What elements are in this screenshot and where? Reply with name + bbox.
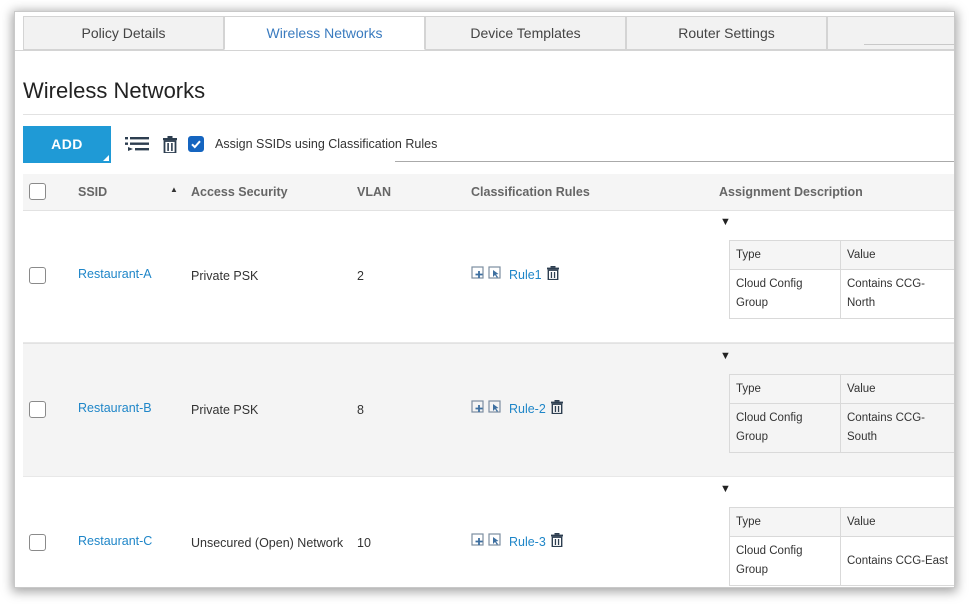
add-button[interactable]: ADD (23, 126, 111, 163)
add-button-label: ADD (51, 136, 83, 152)
desc-value-cell: Contains CCG-East (840, 536, 954, 586)
rule-link[interactable]: Rule-3 (509, 535, 546, 549)
desc-type-cell: Cloud Config Group (729, 536, 841, 586)
edit-rule-icon[interactable] (488, 400, 502, 417)
desc-value-header: Value (840, 374, 954, 404)
classification-rules-cell: Rule-2 (471, 400, 564, 418)
column-header-vlan[interactable]: VLAN (357, 185, 391, 199)
tab-policy-details[interactable]: Policy Details (23, 16, 224, 50)
tab-router-settings[interactable]: Router Settings (626, 16, 827, 50)
access-security-cell: Private PSK (191, 403, 259, 417)
delete-rule-icon[interactable] (547, 266, 560, 283)
tab-device-templates[interactable]: Device Templates (425, 16, 626, 50)
delete-rule-icon[interactable] (551, 533, 564, 550)
assignment-description-table: Type Value Cloud Config Group Contains C… (729, 374, 954, 453)
ssid-link[interactable]: Restaurant-B (78, 401, 152, 415)
desc-value-line1: Contains CCG-East (847, 554, 948, 567)
rule-link[interactable]: Rule-2 (509, 402, 546, 416)
collapse-triangle-icon[interactable]: ▼ (720, 216, 731, 228)
classification-rules-cell: Rule1 (471, 266, 560, 284)
page-title: Wireless Networks (23, 78, 206, 103)
assignment-description-table: Type Value Cloud Config Group Contains C… (729, 507, 954, 586)
desc-type-cell: Cloud Config Group (729, 403, 841, 453)
table-row: Restaurant-B Private PSK 8 Rule-2 ▼ Type… (23, 343, 954, 477)
column-header-access-security[interactable]: Access Security (191, 185, 288, 199)
desc-type-header: Type (729, 374, 841, 404)
desc-value-line1: Contains CCG- (847, 278, 925, 290)
desc-type-cell: Cloud Config Group (729, 269, 841, 319)
desc-value-cell: Contains CCG- South (840, 403, 954, 453)
select-all-checkbox[interactable] (29, 183, 46, 200)
row-checkbox[interactable] (29, 534, 46, 551)
column-header-classification-rules[interactable]: Classification Rules (471, 185, 590, 199)
desc-type-header: Type (729, 240, 841, 270)
tab-more-divider (864, 44, 954, 45)
assign-ssids-checkbox[interactable] (188, 136, 204, 152)
table-row: Restaurant-A Private PSK 2 Rule1 ▼ Type … (23, 210, 954, 343)
trash-icon[interactable] (163, 136, 177, 158)
desc-value-line2: South (847, 431, 878, 443)
add-rule-icon[interactable] (471, 266, 485, 283)
sort-ascending-icon[interactable]: ▲ (170, 185, 178, 194)
row-checkbox[interactable] (29, 401, 46, 418)
assign-ssids-label: Assign SSIDs using Classification Rules (215, 137, 438, 151)
reorder-list-icon[interactable] (125, 136, 151, 157)
rule-link[interactable]: Rule1 (509, 268, 542, 282)
add-rule-icon[interactable] (471, 533, 485, 550)
edit-rule-icon[interactable] (488, 533, 502, 550)
assignment-description-table: Type Value Cloud Config Group Contains C… (729, 240, 954, 319)
vlan-cell: 2 (357, 269, 364, 283)
column-header-assignment-description[interactable]: Assignment Description (719, 185, 863, 199)
edit-rule-icon[interactable] (488, 266, 502, 283)
tab-more[interactable] (827, 16, 954, 50)
desc-value-line2: North (847, 297, 876, 309)
toolbar-divider (395, 161, 954, 162)
collapse-triangle-icon[interactable]: ▼ (720, 483, 731, 495)
desc-value-line1: Contains CCG- (847, 412, 925, 424)
row-checkbox[interactable] (29, 267, 46, 284)
app-frame: Policy Details Wireless Networks Device … (15, 12, 954, 587)
ssid-link[interactable]: Restaurant-A (78, 267, 152, 281)
add-button-corner-icon (103, 155, 109, 161)
desc-type-header: Type (729, 507, 841, 537)
vlan-cell: 8 (357, 403, 364, 417)
delete-rule-icon[interactable] (551, 400, 564, 417)
table-header: SSID ▲ Access Security VLAN Classificati… (23, 174, 954, 211)
column-header-ssid[interactable]: SSID (78, 185, 107, 199)
tab-wireless-networks[interactable]: Wireless Networks (224, 16, 425, 50)
desc-value-header: Value (840, 507, 954, 537)
collapse-triangle-icon[interactable]: ▼ (720, 350, 731, 362)
table-row: Restaurant-C Unsecured (Open) Network 10… (23, 477, 954, 587)
tab-bar: Policy Details Wireless Networks Device … (15, 12, 954, 50)
desc-value-header: Value (840, 240, 954, 270)
tab-bar-border (15, 50, 954, 51)
add-rule-icon[interactable] (471, 400, 485, 417)
vlan-cell: 10 (357, 536, 371, 550)
title-divider (23, 114, 954, 115)
classification-rules-cell: Rule-3 (471, 533, 564, 551)
access-security-cell: Unsecured (Open) Network (191, 536, 344, 550)
access-security-cell: Private PSK (191, 269, 259, 283)
desc-value-cell: Contains CCG- North (840, 269, 954, 319)
ssid-link[interactable]: Restaurant-C (78, 534, 152, 548)
